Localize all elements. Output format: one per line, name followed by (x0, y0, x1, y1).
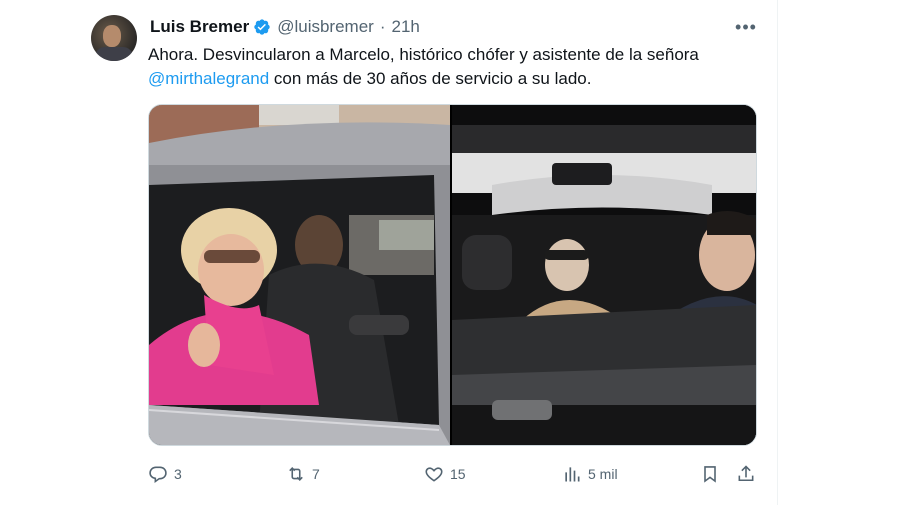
bookmark-icon (704, 466, 716, 483)
reply-icon (149, 466, 167, 484)
author-handle[interactable]: @luisbremer (277, 17, 374, 37)
separator-dot: · (379, 17, 386, 36)
timeline-divider (777, 0, 778, 505)
repost-button[interactable]: 7 (286, 462, 320, 486)
media-grid (148, 104, 757, 446)
tweet-text: Ahora. Desvincularon a Marcelo, históric… (148, 43, 768, 91)
like-count: 15 (450, 466, 466, 482)
views-icon (565, 467, 580, 482)
like-button[interactable]: 15 (424, 462, 466, 486)
mention-link[interactable]: @mirthalegrand (148, 69, 269, 88)
share-icon (738, 465, 754, 482)
share-button[interactable] (736, 462, 762, 486)
avatar[interactable] (91, 15, 137, 61)
views-button[interactable]: 5 mil (562, 462, 618, 486)
timestamp[interactable]: 21h (392, 17, 420, 37)
views-count: 5 mil (588, 466, 618, 482)
more-icon[interactable]: ••• (735, 16, 757, 38)
photo-left[interactable] (149, 105, 450, 445)
reply-button[interactable]: 3 (148, 462, 182, 486)
repost-icon (289, 467, 303, 481)
photo-right[interactable] (452, 105, 756, 445)
action-bar: 3 7 15 5 mil (148, 462, 758, 486)
author-name[interactable]: Luis Bremer (150, 17, 249, 37)
tweet-header: Luis Bremer @luisbremer · 21h (150, 16, 420, 38)
bookmark-button[interactable] (700, 462, 726, 486)
verified-badge-icon (254, 19, 270, 35)
tweet-text-part2: con más de 30 años de servicio a su lado… (269, 69, 592, 88)
repost-count: 7 (312, 466, 320, 482)
like-icon (425, 467, 443, 482)
reply-count: 3 (174, 466, 182, 482)
tweet-text-part1: Ahora. Desvincularon a Marcelo, históric… (148, 45, 699, 64)
